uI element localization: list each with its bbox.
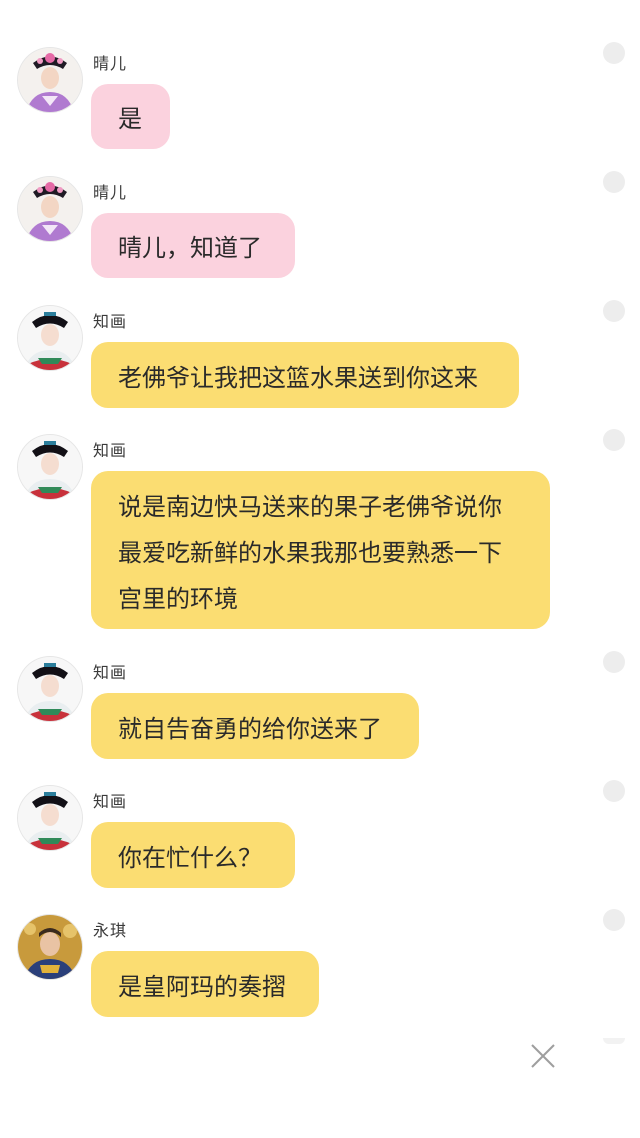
sender-name: 晴儿 <box>93 183 128 202</box>
qinger-avatar[interactable] <box>18 48 82 112</box>
select-checkbox[interactable] <box>603 1038 625 1044</box>
qinger-avatar[interactable] <box>18 177 82 241</box>
message-text: 是皇阿玛的奏摺 <box>118 972 286 1001</box>
message-bubble[interactable]: 老佛爷让我把这篮水果送到你这来 <box>91 342 519 408</box>
select-checkbox[interactable] <box>603 909 625 931</box>
zhihua-avatar[interactable] <box>18 657 82 721</box>
select-checkbox[interactable] <box>603 429 625 451</box>
message-bubble[interactable]: 你在忙什么？ <box>91 822 295 888</box>
message-bubble[interactable]: 是 <box>91 84 170 149</box>
message-text: 是 <box>118 105 142 133</box>
select-checkbox[interactable] <box>603 171 625 193</box>
message-bubble[interactable]: 说是南边快马送来的果子老佛爷说你 最爱吃新鲜的水果我那也要熟悉一下 宫里的环境 <box>91 471 550 629</box>
message-bubble[interactable]: 晴儿，知道了 <box>91 213 295 278</box>
message-bubble[interactable]: 就自告奋勇的给你送来了 <box>91 693 419 759</box>
message-bubble[interactable]: 是皇阿玛的奏摺 <box>91 951 319 1017</box>
zhihua-avatar[interactable] <box>18 435 82 499</box>
sender-name: 知画 <box>93 792 128 811</box>
sender-name: 晴儿 <box>93 54 128 73</box>
sender-name: 知画 <box>93 441 128 460</box>
message-text-line: 宫里的环境 <box>118 585 238 613</box>
message-text: 就自告奋勇的给你送来了 <box>118 714 382 743</box>
close-button[interactable] <box>528 1041 558 1071</box>
message-text: 老佛爷让我把这篮水果送到你这来 <box>118 363 478 392</box>
select-checkbox[interactable] <box>603 780 625 802</box>
message-text: 你在忙什么？ <box>118 843 262 872</box>
yongqi-avatar[interactable] <box>18 915 82 979</box>
message-text: 晴儿，知道了 <box>118 234 262 262</box>
message-text-line: 最爱吃新鲜的水果我那也要熟悉一下 <box>118 539 502 567</box>
zhihua-avatar[interactable] <box>18 306 82 370</box>
sender-name: 永琪 <box>93 921 128 940</box>
select-checkbox[interactable] <box>603 42 625 64</box>
sender-name: 知画 <box>93 312 128 331</box>
select-checkbox[interactable] <box>603 300 625 322</box>
select-checkbox[interactable] <box>603 651 625 673</box>
sender-name: 知画 <box>93 663 128 682</box>
close-icon <box>531 1044 555 1068</box>
zhihua-avatar[interactable] <box>18 786 82 850</box>
message-text-line: 说是南边快马送来的果子老佛爷说你 <box>118 493 502 521</box>
